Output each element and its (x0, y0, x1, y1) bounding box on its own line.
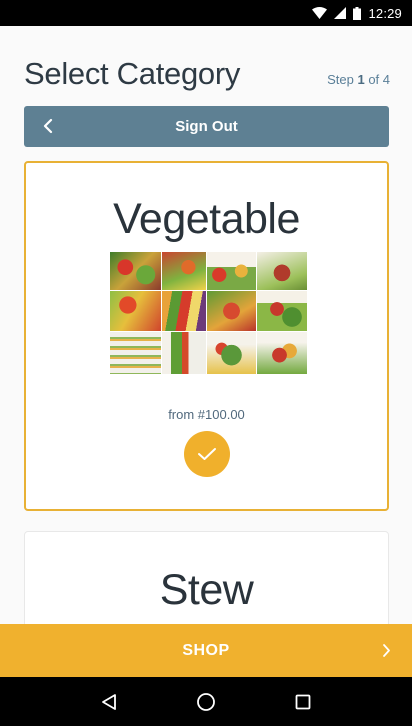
shop-button[interactable]: SHOP (0, 624, 412, 677)
chevron-right-icon[interactable] (376, 640, 396, 660)
recents-square-icon[interactable] (288, 687, 318, 717)
system-navigation-bar (0, 677, 412, 726)
status-time: 12:29 (368, 5, 402, 21)
page-header: Select Category Step 1 of 4 (24, 54, 390, 94)
vegetable-image-tile (257, 252, 307, 290)
category-price: from #100.00 (168, 407, 245, 422)
vegetable-image-tile (207, 332, 256, 374)
vegetable-image-tile (257, 291, 307, 331)
step-current: 1 (357, 71, 365, 87)
sign-out-button[interactable]: Sign Out (24, 106, 389, 147)
vegetable-image-tile (207, 252, 256, 290)
vegetable-image-tile (162, 252, 206, 290)
check-icon[interactable] (184, 431, 230, 477)
app-screen: 12:29 Select Category Step 1 of 4 Sign O… (0, 0, 412, 726)
signal-icon (334, 7, 347, 19)
category-card-vegetable[interactable]: Vegetable from #100.00 (24, 161, 389, 511)
category-title: Vegetable (113, 195, 300, 243)
vegetable-image-tile (207, 291, 256, 331)
step-indicator: Step 1 of 4 (327, 72, 390, 87)
sign-out-label: Sign Out (175, 118, 238, 135)
step-suffix: of 4 (364, 71, 390, 87)
battery-icon (353, 6, 362, 20)
chevron-left-icon[interactable] (38, 115, 58, 137)
vegetable-image (110, 252, 307, 374)
back-triangle-icon[interactable] (94, 687, 124, 717)
page-title: Select Category (24, 56, 241, 91)
home-circle-icon[interactable] (191, 687, 221, 717)
wifi-icon (312, 7, 328, 19)
vegetable-image-tile (110, 252, 161, 290)
shop-label: SHOP (182, 641, 230, 659)
vegetable-image-tile (110, 332, 161, 374)
step-prefix: Step (327, 71, 358, 87)
category-title: Stew (159, 566, 254, 614)
status-bar: 12:29 (0, 0, 412, 26)
vegetable-image-tile (162, 332, 206, 374)
vegetable-image-tile (110, 291, 161, 331)
vegetable-image-tile (162, 291, 206, 331)
vegetable-image-tile (257, 332, 307, 374)
